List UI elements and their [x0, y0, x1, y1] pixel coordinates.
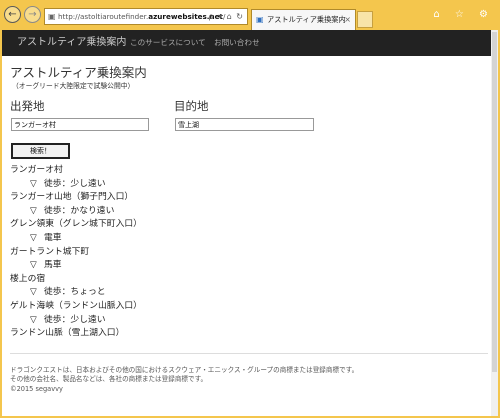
back-arrow-icon[interactable]: ← — [4, 6, 21, 23]
nav-link-contact[interactable]: お問い合わせ — [214, 30, 260, 56]
transport-text: 徒歩：かなり遠い — [44, 205, 115, 216]
down-triangle-icon: ▽ — [30, 232, 37, 243]
tab-title: アストルティア乗換案内 — [267, 15, 346, 24]
search-button[interactable]: 検索！ — [11, 143, 70, 159]
url-text: http://astoltiaroutefinder.azurewebsites… — [58, 12, 226, 21]
destination-input[interactable] — [175, 118, 314, 131]
page-viewport: アストルティア乗換案内 このサービスについて お問い合わせ アストルティア乗換案… — [2, 30, 498, 416]
place-name: ランガーオ山地（獅子門入口） — [10, 192, 134, 203]
route-place: ガートラント城下町 — [10, 246, 410, 260]
footer-trademark-note: ドラゴンクエストは、日本およびその他の国におけるスクウェア・エニックス・グループ… — [10, 366, 359, 374]
route-transport-step: ▽ 徒歩：少し遠い — [10, 314, 410, 328]
home-favorites-settings-icons[interactable]: ⌂ ☆ ⚙ — [433, 9, 494, 20]
origin-input[interactable] — [11, 118, 149, 131]
route-transport-step: ▽ 徒歩：かなり遠い — [10, 205, 410, 219]
scrollbar-thumb[interactable] — [492, 32, 497, 372]
footer-company-note: その他の会社名、製品名などは、各社の商標または登録商標です。 — [10, 375, 208, 384]
transport-text: 電車 — [44, 232, 62, 243]
new-tab-button[interactable] — [357, 11, 373, 28]
footer-copyright: ©2015 segavvy — [10, 384, 63, 393]
close-icon[interactable]: × — [344, 10, 351, 30]
address-bar[interactable]: ▣ http://astoltiaroutefinder.azurewebsit… — [44, 8, 248, 25]
transport-text: 馬車 — [44, 260, 62, 271]
route-place: ランガーオ山地（獅子門入口） — [10, 191, 410, 205]
footer: ドラゴンクエストは、日本およびその他の国におけるスクウェア・エニックス・グループ… — [10, 366, 358, 394]
route-place: 楼上の宿 — [10, 273, 410, 287]
place-name: ガートラント城下町 — [10, 246, 90, 257]
route-place: ランドン山脈（雪上湖入口） — [10, 327, 410, 341]
destination-label: 目的地 — [174, 99, 209, 113]
place-name: ランガーオ村 — [10, 165, 63, 175]
page-icon: ▣ — [48, 12, 56, 21]
nav-link-about[interactable]: このサービスについて — [130, 30, 206, 56]
route-transport-step: ▽ 徒歩：少し遠い — [10, 178, 410, 192]
down-triangle-icon: ▽ — [30, 205, 37, 216]
place-name: グレン領東（グレン城下町入口） — [10, 219, 142, 230]
down-triangle-icon: ▽ — [30, 260, 37, 271]
route-place: ランガーオ村 — [10, 164, 410, 178]
browser-tab[interactable]: ▣ アストルティア乗換案内 × — [251, 9, 356, 30]
footer-divider — [10, 353, 488, 354]
place-name: ゲルト海峡（ランドン山脈入口） — [10, 300, 142, 311]
route-result: ランガーオ村 ▽ 徒歩：少し遠い ランガーオ山地（獅子門入口） ▽ 徒歩：かなり遠い グレン… — [10, 164, 410, 341]
brand-link[interactable]: アストルティア乗換案内 — [17, 30, 126, 56]
place-name: 楼上の宿 — [10, 273, 46, 284]
route-place: グレン領東（グレン城下町入口） — [10, 218, 410, 232]
scrollbar[interactable] — [491, 30, 498, 416]
page-subtitle: （オーグリード大陸限定で試験公開中） — [12, 82, 135, 90]
tab-page-icon: ▣ — [256, 15, 264, 24]
place-name: ランドン山脈（雪上湖入口） — [10, 328, 125, 339]
browser-toolbar: ← → ▣ http://astoltiaroutefinder.azurewe… — [0, 0, 500, 30]
route-transport-step: ▽ 徒歩：ちょっと — [10, 286, 410, 300]
forward-arrow-icon[interactable]: → — [24, 6, 41, 23]
origin-label: 出発地 — [10, 99, 45, 113]
down-triangle-icon: ▽ — [30, 314, 37, 325]
route-place: ゲルト海峡（ランドン山脈入口） — [10, 300, 410, 314]
address-tools-icons[interactable]: ρ ▾ ⌂ ↻ — [208, 9, 244, 24]
route-transport-step: ▽ 馬車 — [10, 259, 410, 273]
transport-text: 徒歩：少し遠い — [44, 178, 106, 189]
down-triangle-icon: ▽ — [30, 178, 37, 189]
transport-text: 徒歩：ちょっと — [44, 287, 106, 298]
page-title: アストルティア乗換案内 — [10, 65, 147, 80]
transport-text: 徒歩：少し遠い — [44, 314, 106, 325]
route-transport-step: ▽ 電車 — [10, 232, 410, 246]
site-navbar: アストルティア乗換案内 このサービスについて お問い合わせ — [2, 30, 498, 56]
down-triangle-icon: ▽ — [30, 287, 37, 298]
